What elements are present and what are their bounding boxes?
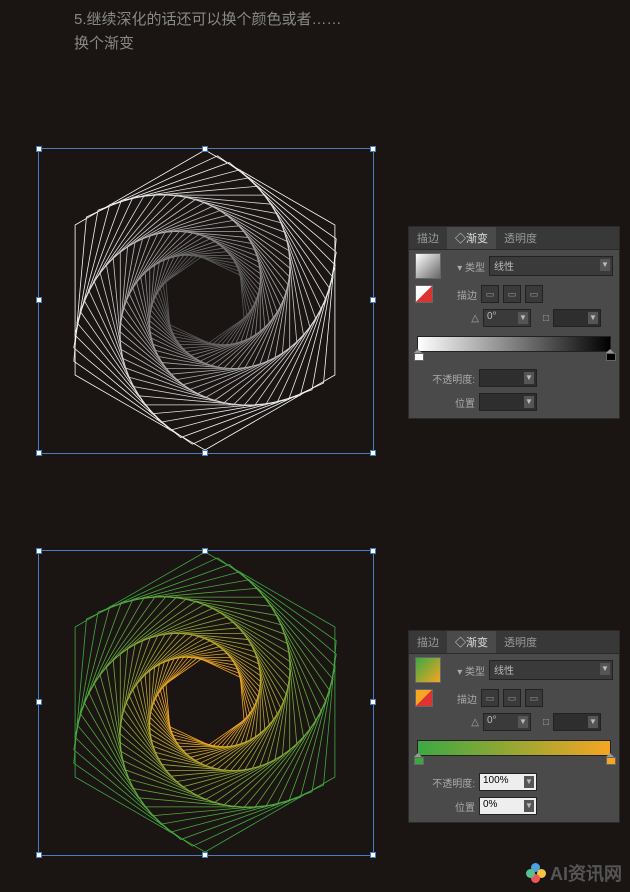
instruction-text: 5.继续深化的话还可以换个颜色或者…… 换个渐变 [74,8,342,56]
gradient-stop-green[interactable] [414,753,422,763]
stroke-label: 描边 [437,287,477,302]
type-label: ▾ 类型 [445,259,485,274]
type-label: ▾ 类型 [445,663,485,678]
tab-gradient[interactable]: ◇渐变 [447,631,496,653]
stroke-mode1-button[interactable]: ▭ [481,689,499,707]
chevron-down-icon: ▼ [600,663,610,675]
gradient-stop-white[interactable] [414,349,422,359]
gradient-swatch[interactable] [415,253,441,279]
chevron-down-icon: ▼ [524,776,534,788]
ratio-input[interactable]: ▼ [553,713,601,731]
watermark-logo-icon [526,863,546,883]
reverse-gradient-icon[interactable] [415,285,433,303]
selection-bounds-top[interactable] [38,148,374,454]
angle-label: △ [439,313,479,324]
gradient-panel-top: 描边 ◇渐变 透明度 ▾ 类型 线性▼ 描边 ▭ ▭ ▭ △ 0°▼ □ ▼ 不… [408,226,620,419]
ratio-icon: □ [535,717,549,728]
angle-input[interactable]: 0°▼ [483,309,531,327]
position-label: 位置 [415,395,475,410]
opacity-input[interactable]: 100%▼ [479,773,537,791]
chevron-down-icon: ▼ [588,716,598,728]
type-dropdown[interactable]: 线性▼ [489,256,613,276]
type-dropdown[interactable]: 线性▼ [489,660,613,680]
gradient-panel-bottom: 描边 ◇渐变 透明度 ▾ 类型 线性▼ 描边 ▭ ▭ ▭ △ 0°▼ □ ▼ 不… [408,630,620,823]
gradient-stop-orange[interactable] [606,753,614,763]
stroke-label: 描边 [437,691,477,706]
position-label: 位置 [415,799,475,814]
chevron-down-icon: ▼ [524,800,534,812]
ratio-icon: □ [535,313,549,324]
chevron-down-icon: ▼ [518,312,528,324]
stroke-mode3-button[interactable]: ▭ [525,689,543,707]
panel-tabbar: 描边 ◇渐变 透明度 [409,227,619,250]
instruction-line2: 换个渐变 [74,32,342,56]
tab-stroke[interactable]: 描边 [409,631,447,653]
stroke-mode1-button[interactable]: ▭ [481,285,499,303]
gradient-ramp[interactable] [417,336,611,352]
gradient-ramp[interactable] [417,740,611,756]
watermark-text: AI资讯网 [550,860,622,886]
panel-tabbar: 描边 ◇渐变 透明度 [409,631,619,654]
tab-stroke[interactable]: 描边 [409,227,447,249]
position-input[interactable]: 0%▼ [479,797,537,815]
ratio-input[interactable]: ▼ [553,309,601,327]
stroke-mode2-button[interactable]: ▭ [503,285,521,303]
reverse-gradient-icon[interactable] [415,689,433,707]
chevron-down-icon: ▼ [518,716,528,728]
tab-transparency[interactable]: 透明度 [496,227,545,249]
gradient-swatch[interactable] [415,657,441,683]
opacity-label: 不透明度: [415,775,475,790]
chevron-down-icon: ▼ [524,396,534,408]
tab-transparency[interactable]: 透明度 [496,631,545,653]
instruction-line1: 5.继续深化的话还可以换个颜色或者…… [74,8,342,32]
gradient-stop-black[interactable] [606,349,614,359]
angle-label: △ [439,717,479,728]
watermark: AI资讯网 [526,860,622,886]
chevron-down-icon: ▼ [524,372,534,384]
stroke-mode2-button[interactable]: ▭ [503,689,521,707]
chevron-down-icon: ▼ [600,259,610,271]
opacity-input[interactable]: ▼ [479,369,537,387]
chevron-down-icon: ▼ [588,312,598,324]
stroke-mode3-button[interactable]: ▭ [525,285,543,303]
angle-input[interactable]: 0°▼ [483,713,531,731]
tab-gradient[interactable]: ◇渐变 [447,227,496,249]
selection-bounds-bottom[interactable] [38,550,374,856]
position-input[interactable]: ▼ [479,393,537,411]
opacity-label: 不透明度: [415,371,475,386]
